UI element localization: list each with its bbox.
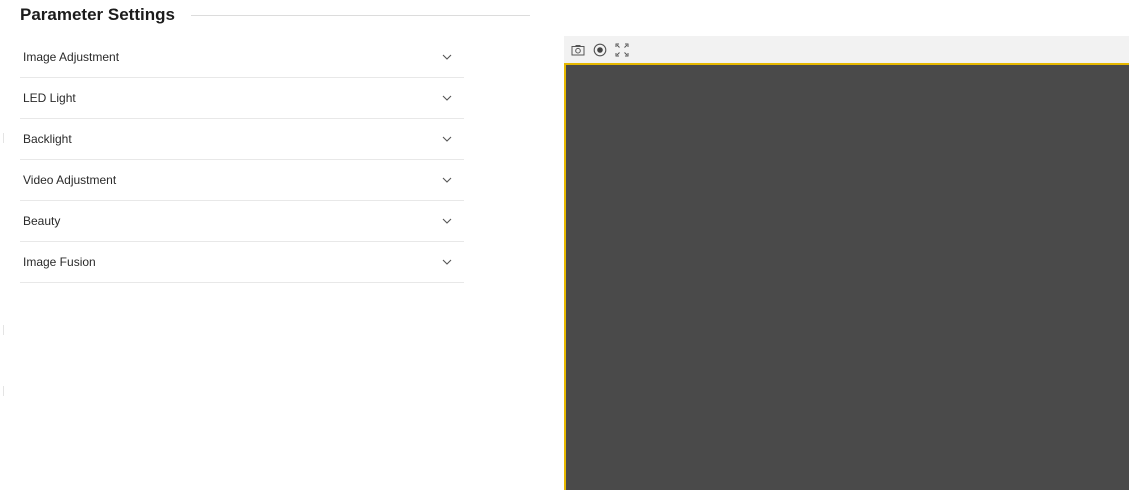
accordion-item-label: Image Fusion xyxy=(23,255,96,269)
edge-marker xyxy=(3,386,4,396)
chevron-down-icon[interactable] xyxy=(440,214,454,228)
chevron-down-icon[interactable] xyxy=(440,255,454,269)
video-preview xyxy=(564,36,1129,490)
parameter-settings-panel: Parameter Settings Image Adjustment LED … xyxy=(0,0,540,490)
chevron-down-icon[interactable] xyxy=(440,50,454,64)
section-header: Parameter Settings xyxy=(20,2,530,28)
accordion-item-image-adjustment[interactable]: Image Adjustment xyxy=(20,37,464,78)
chevron-down-icon[interactable] xyxy=(440,91,454,105)
accordion-item-led-light[interactable]: LED Light xyxy=(20,78,464,119)
accordion-item-backlight[interactable]: Backlight xyxy=(20,119,464,160)
record-icon[interactable] xyxy=(590,40,610,60)
fullscreen-icon[interactable] xyxy=(612,40,632,60)
accordion-item-label: Image Adjustment xyxy=(23,50,120,64)
settings-accordion: Image Adjustment LED Light Backlight Vid… xyxy=(20,37,464,283)
accordion-item-label: Beauty xyxy=(23,214,61,228)
header-divider xyxy=(190,14,530,16)
accordion-item-image-fusion[interactable]: Image Fusion xyxy=(20,242,464,283)
preview-toolbar xyxy=(564,36,1129,63)
chevron-down-icon[interactable] xyxy=(440,132,454,146)
edge-marker xyxy=(3,325,4,335)
chevron-down-icon[interactable] xyxy=(440,173,454,187)
page: Parameter Settings Image Adjustment LED … xyxy=(0,0,1129,490)
camera-icon[interactable] xyxy=(568,40,588,60)
accordion-item-beauty[interactable]: Beauty xyxy=(20,201,464,242)
video-canvas[interactable] xyxy=(564,63,1129,490)
accordion-item-label: Backlight xyxy=(23,132,72,146)
edge-marker xyxy=(3,133,4,143)
accordion-item-label: LED Light xyxy=(23,91,76,105)
accordion-item-label: Video Adjustment xyxy=(23,173,117,187)
page-title: Parameter Settings xyxy=(20,5,175,24)
accordion-item-video-adjustment[interactable]: Video Adjustment xyxy=(20,160,464,201)
